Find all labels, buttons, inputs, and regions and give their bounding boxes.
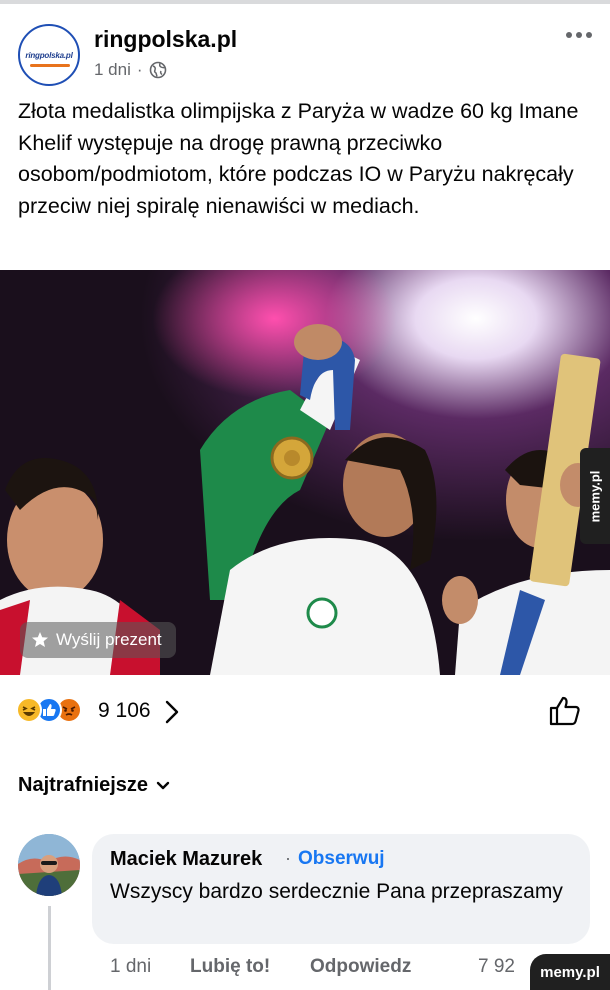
memy-watermark-side: memy.pl	[580, 448, 610, 544]
chevron-right-icon[interactable]	[164, 699, 180, 730]
comment-sort-dropdown[interactable]: Najtrafniejsze	[18, 774, 170, 797]
page-logo-underline	[30, 64, 70, 67]
send-gift-label: Wyślij prezent	[56, 630, 162, 649]
page-avatar[interactable]: ringpolska.pl	[18, 24, 80, 86]
more-options-button[interactable]	[562, 22, 596, 48]
page-name[interactable]: ringpolska.pl	[94, 26, 237, 53]
memy-watermark-bottom: memy.pl	[530, 954, 610, 990]
globe-icon	[149, 61, 167, 79]
meta-separator: ·	[136, 60, 143, 79]
haha-icon	[16, 697, 42, 723]
post-photo[interactable]: Wyślij prezent	[0, 270, 610, 675]
reaction-icons[interactable]	[16, 697, 96, 725]
post-header: ringpolska.pl ringpolska.pl 1 dni ·	[0, 4, 610, 92]
send-gift-button[interactable]: Wyślij prezent	[20, 622, 176, 658]
dot	[586, 32, 592, 38]
comment-time[interactable]: 1 dni	[110, 956, 151, 978]
reply-thread-line	[48, 906, 51, 990]
comment-bubble[interactable]: Maciek Mazurek · Obserwuj Wszyscy bardzo…	[92, 834, 590, 944]
chevron-down-icon	[156, 781, 170, 789]
comment-text: Wszyscy bardzo serdecznie Pana przeprasz…	[110, 880, 563, 903]
comment-reaction-count[interactable]: 7 92	[478, 956, 515, 978]
comment-like-button[interactable]: Lubię to!	[190, 956, 270, 978]
dot	[566, 32, 572, 38]
post-time[interactable]: 1 dni	[94, 60, 131, 80]
post-text: Złota medalistka olimpijska z Paryża w w…	[18, 99, 579, 218]
thumbs-up-icon	[549, 696, 580, 726]
page-logo: ringpolska.pl	[25, 50, 73, 60]
memy-watermark-side-text: memy.pl	[587, 470, 603, 522]
comment-author[interactable]: Maciek Mazurek	[110, 848, 262, 871]
dot	[576, 32, 582, 38]
follow-button[interactable]: Obserwuj	[298, 848, 385, 870]
comment-reply-button[interactable]: Odpowiedz	[310, 956, 411, 978]
memy-watermark-bottom-text: memy.pl	[540, 963, 600, 981]
commenter-avatar[interactable]	[18, 834, 80, 896]
reactions-row: 9 106	[0, 690, 610, 734]
reaction-count[interactable]: 9 106	[98, 699, 151, 723]
post-meta: 1 dni ·	[94, 60, 167, 80]
comment-sort-label: Najtrafniejsze	[18, 774, 149, 796]
gift-icon	[32, 632, 48, 647]
olympic-medal-photo	[0, 270, 610, 675]
comment-separator: ·	[285, 848, 291, 868]
like-button[interactable]	[548, 695, 582, 732]
